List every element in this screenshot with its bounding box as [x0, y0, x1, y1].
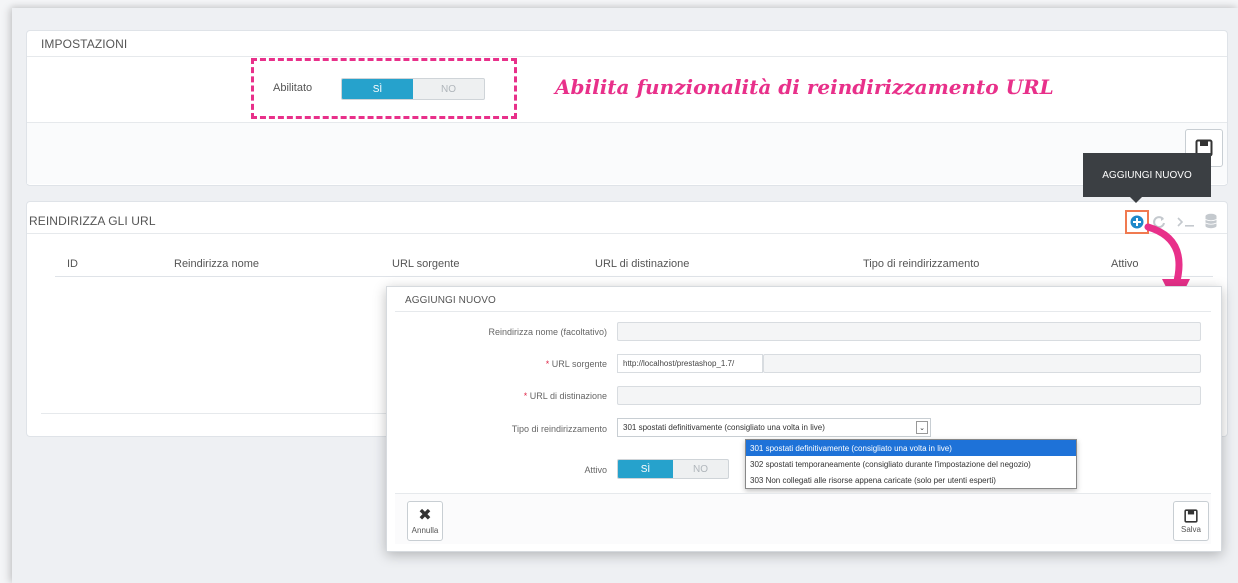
annotation-text: Abilita funzionalità di reindirizzamento…: [555, 75, 1054, 99]
col-destination: URL di distinazione: [595, 258, 690, 270]
chevron-down-icon: ⌄: [916, 421, 928, 434]
cancel-label: Annulla: [411, 525, 439, 535]
settings-title: IMPOSTAZIONI: [41, 37, 128, 51]
type-label: Tipo di reindirizzamento: [511, 424, 607, 434]
type-select[interactable]: 301 spostati definitivamente (consigliat…: [617, 418, 931, 437]
type-select-value: 301 spostati definitivamente (consigliat…: [623, 423, 825, 432]
redirects-title: REINDIRIZZA GLI URL: [29, 214, 156, 228]
settings-panel: IMPOSTAZIONI Abilitato SÌ NO Abilita fun…: [26, 30, 1228, 186]
database-icon[interactable]: [1203, 213, 1219, 229]
enabled-switch[interactable]: SÌ NO: [341, 78, 485, 100]
destination-input[interactable]: [617, 386, 1201, 405]
floppy-icon: [1184, 508, 1198, 523]
add-new-tooltip: AGGIUNGI NUOVO: [1083, 153, 1211, 197]
active-switch-off[interactable]: NO: [673, 460, 728, 478]
col-name: Reindirizza nome: [174, 258, 259, 270]
modal-title: AGGIUNGI NUOVO: [405, 295, 496, 306]
enabled-switch-off[interactable]: NO: [413, 79, 484, 99]
source-prefix: http://localhost/prestashop_1.7/: [617, 354, 763, 373]
active-switch-on[interactable]: SÌ: [618, 460, 673, 478]
cancel-button[interactable]: ✖ Annulla: [407, 501, 443, 541]
name-input[interactable]: [617, 322, 1201, 341]
type-option[interactable]: 301 spostati definitivamente (consigliat…: [746, 440, 1076, 456]
save-label: Salva: [1180, 524, 1201, 534]
settings-divider: [27, 56, 1227, 57]
tooltip-arrow: [1130, 197, 1142, 203]
type-dropdown-list: 301 spostati definitivamente (consigliat…: [745, 439, 1077, 489]
source-input[interactable]: [763, 354, 1201, 373]
modal-save-button[interactable]: Salva: [1173, 501, 1209, 541]
close-icon: ✖: [418, 506, 432, 524]
col-type: Tipo di reindirizzamento: [863, 258, 980, 270]
source-label: * URL sorgente: [545, 359, 607, 369]
col-source: URL sorgente: [392, 258, 460, 270]
enabled-label: Abilitato: [273, 82, 313, 94]
name-label: Reindirizza nome (facoltativo): [488, 327, 607, 337]
active-switch[interactable]: SÌ NO: [617, 459, 729, 479]
modal-footer: [395, 493, 1211, 544]
col-active: Attivo: [1111, 258, 1139, 270]
redirects-divider: [27, 233, 1227, 234]
settings-footer: [27, 123, 1227, 184]
active-label: Attivo: [584, 465, 607, 475]
destination-label: * URL di distinazione: [523, 391, 607, 401]
admin-frame: IMPOSTAZIONI Abilitato SÌ NO Abilita fun…: [12, 8, 1238, 583]
modal-title-divider: [395, 311, 1211, 312]
type-option[interactable]: 302 spostati temporaneamente (consigliat…: [746, 456, 1076, 472]
enabled-switch-on[interactable]: SÌ: [342, 79, 413, 99]
col-id: ID: [67, 258, 78, 270]
add-new-modal: AGGIUNGI NUOVO Reindirizza nome (facolta…: [386, 286, 1222, 552]
type-option[interactable]: 303 Non collegati alle risorse appena ca…: [746, 472, 1076, 488]
